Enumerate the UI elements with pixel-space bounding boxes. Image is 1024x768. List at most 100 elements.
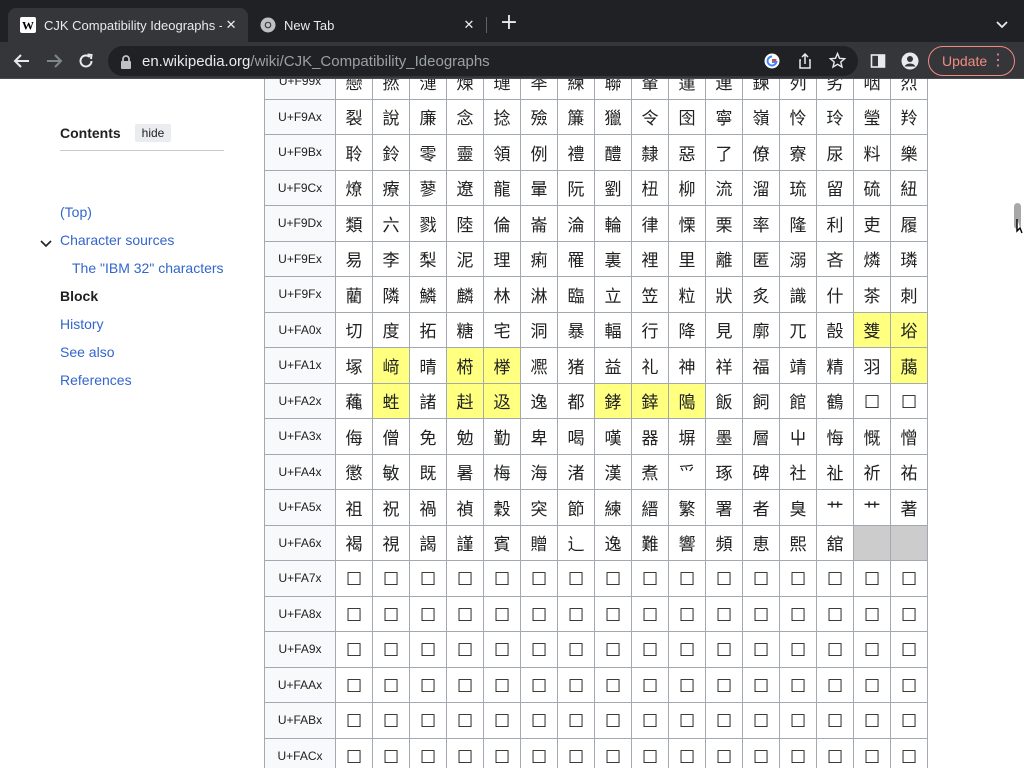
toc-item-see-also[interactable]: See also [60,344,114,360]
char-cell[interactable]: □ [335,702,373,739]
highlighted-char-cell[interactable]: 﨑 [372,347,410,384]
char-cell[interactable]: □ [742,631,780,668]
char-cell[interactable]: 慨 [853,418,891,455]
char-cell[interactable]: 穀 [483,489,521,526]
char-cell[interactable]: □ [705,631,743,668]
char-cell[interactable]: □ [557,595,595,632]
char-cell[interactable]: 粒 [668,276,706,313]
char-cell[interactable]: 臨 [557,276,595,313]
char-cell[interactable]: 療 [372,169,410,206]
char-cell[interactable]: 慄 [668,205,706,242]
char-cell[interactable]: □ [705,702,743,739]
char-cell[interactable]: 度 [372,311,410,348]
char-cell[interactable]: 碑 [742,453,780,490]
char-cell[interactable]: 凞 [520,347,558,384]
char-cell[interactable]: 諸 [409,382,447,419]
char-cell[interactable]: 都 [557,382,595,419]
char-cell[interactable]: 遼 [446,169,484,206]
char-cell[interactable]: 節 [557,489,595,526]
char-cell[interactable]: □ [816,666,854,703]
char-cell[interactable]: 率 [742,205,780,242]
char-cell[interactable]: 梨 [409,240,447,277]
char-cell[interactable]: 燐 [853,240,891,277]
char-cell[interactable]: 拓 [409,311,447,348]
char-cell[interactable]: 渚 [557,453,595,490]
char-cell[interactable]: 溺 [779,240,817,277]
char-cell[interactable]: 既 [409,453,447,490]
char-cell[interactable]: □ [631,560,669,597]
char-cell[interactable]: 靈 [446,134,484,171]
char-cell[interactable]: 難 [631,524,669,561]
close-tab-icon[interactable]: ✕ [222,17,240,33]
char-cell[interactable]: □ [816,595,854,632]
char-cell[interactable]: 罹 [557,240,595,277]
char-cell[interactable]: 飼 [742,382,780,419]
char-cell[interactable]: 零 [409,134,447,171]
char-cell[interactable]: 悔 [816,418,854,455]
char-cell[interactable]: 連 [705,79,743,100]
tab-cjk-compatibility[interactable]: W CJK Compatibility Ideographs - ✕ [8,8,248,42]
char-cell[interactable]: 臭 [779,489,817,526]
char-cell[interactable]: 鍊 [742,79,780,100]
char-cell[interactable]: 勤 [483,418,521,455]
char-cell[interactable]: 劣 [816,79,854,100]
char-cell[interactable]: 里 [668,240,706,277]
char-cell[interactable]: 暴 [557,311,595,348]
char-cell[interactable]: 聯 [594,79,632,100]
char-cell[interactable]: 列 [779,79,817,100]
char-cell[interactable]: 倫 [483,205,521,242]
char-cell[interactable]: 燎 [335,169,373,206]
char-cell[interactable]: □ [335,560,373,597]
toc-item-ibm-32[interactable]: The "IBM 32" characters [72,260,224,276]
char-cell[interactable]: 晴 [409,347,447,384]
char-cell[interactable]: 裂 [335,98,373,135]
address-bar[interactable]: en.wikipedia.org/wiki/CJK_Compatibility_… [108,46,858,76]
char-cell[interactable]: □ [557,631,595,668]
char-cell[interactable]: 令 [631,98,669,135]
char-cell[interactable]: 杻 [631,169,669,206]
char-cell[interactable]: 玲 [816,98,854,135]
char-cell[interactable]: 崙 [520,205,558,242]
char-cell[interactable]: 褐 [335,524,373,561]
new-tab-plus-icon[interactable]: + [498,12,520,36]
char-cell[interactable]: 狀 [705,276,743,313]
char-cell[interactable]: 理 [483,240,521,277]
char-cell[interactable]: □ [890,666,928,703]
char-cell[interactable]: 戀 [335,79,373,100]
char-cell[interactable]: □ [853,666,891,703]
char-cell[interactable]: □ [631,631,669,668]
toc-item-references[interactable]: References [60,372,132,388]
toc-item-character-sources[interactable]: Character sources [60,232,174,248]
char-cell[interactable]: 戮 [409,205,447,242]
char-cell[interactable]: □ [372,631,410,668]
highlighted-char-cell[interactable]: 﨓 [446,347,484,384]
char-cell[interactable]: 琢 [705,453,743,490]
char-cell[interactable]: □ [853,702,891,739]
char-cell[interactable]: □ [594,737,632,768]
char-cell[interactable]: 塚 [335,347,373,384]
toc-hide-button[interactable]: hide [134,124,172,142]
char-cell[interactable]: 勉 [446,418,484,455]
char-cell[interactable]: □ [335,666,373,703]
char-cell[interactable]: □ [409,737,447,768]
char-cell[interactable]: □ [853,382,891,419]
char-cell[interactable]: 喝 [557,418,595,455]
bookmark-star-icon[interactable] [828,51,847,73]
char-cell[interactable]: □ [742,595,780,632]
char-cell[interactable]: □ [557,560,595,597]
char-cell[interactable]: 舘 [816,524,854,561]
toc-item-top[interactable]: (Top) [60,204,92,220]
char-cell[interactable]: 醴 [594,134,632,171]
char-cell[interactable]: 艹 [816,489,854,526]
char-cell[interactable]: 鱗 [409,276,447,313]
char-cell[interactable]: 咽 [853,79,891,100]
char-cell[interactable]: 洞 [520,311,558,348]
char-cell[interactable]: 茶 [853,276,891,313]
char-cell[interactable]: 惡 [668,134,706,171]
char-cell[interactable]: 糖 [446,311,484,348]
char-cell[interactable]: 琉 [779,169,817,206]
forward-arrow-icon[interactable] [42,49,66,73]
char-cell[interactable]: 陸 [446,205,484,242]
char-cell[interactable]: □ [335,595,373,632]
char-cell[interactable]: 練 [594,489,632,526]
